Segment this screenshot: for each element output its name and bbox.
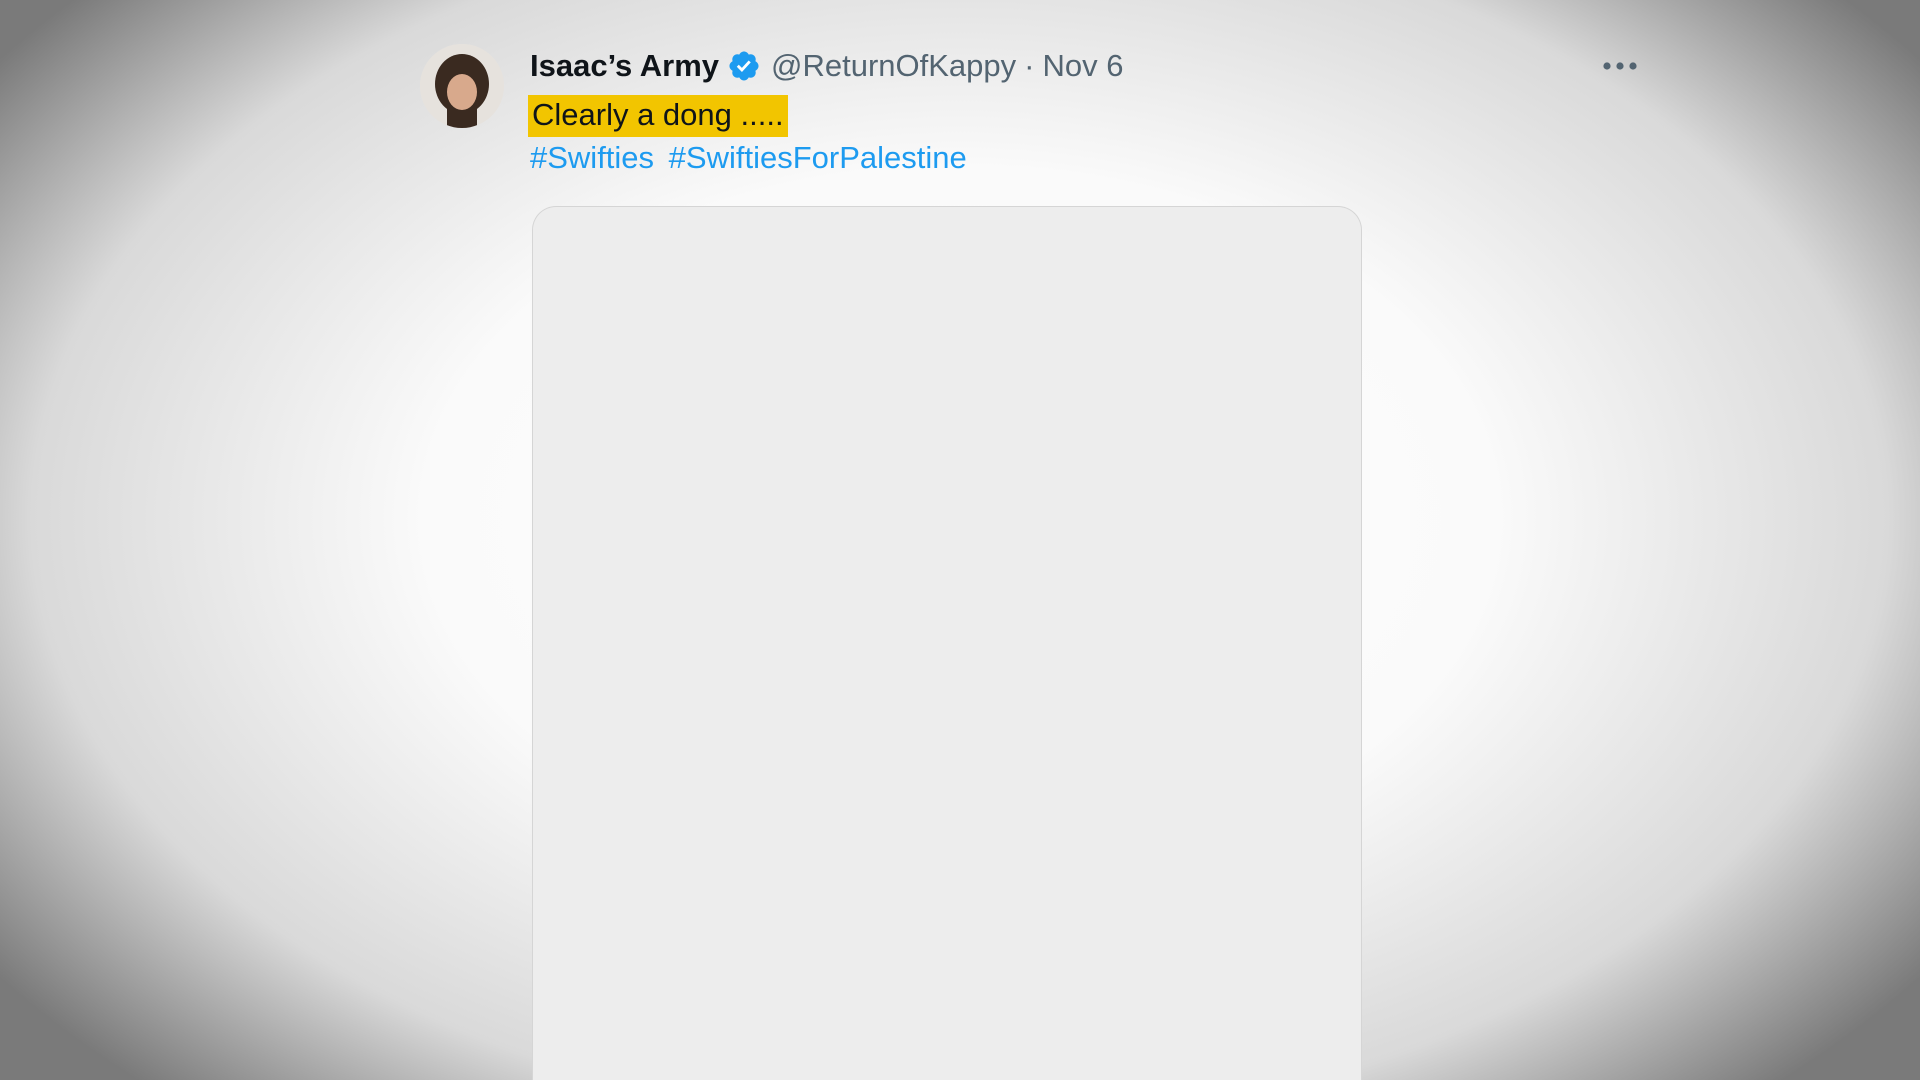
author-handle[interactable]: @ReturnOfKappy xyxy=(771,48,1016,84)
tweet-caption: Clearly a dong ..... xyxy=(528,95,788,137)
tweet: Isaac’s Army @ReturnOfKappy · Nov 6 Clea… xyxy=(0,0,1920,1080)
author-avatar[interactable] xyxy=(420,44,504,128)
more-horizontal-icon xyxy=(1603,62,1637,70)
hashtag-link[interactable]: #SwiftiesForPalestine xyxy=(669,140,967,175)
person-avatar-icon xyxy=(420,44,504,128)
separator-dot: · xyxy=(1024,48,1035,83)
tweet-media-placeholder[interactable] xyxy=(532,206,1362,1080)
author-display-name[interactable]: Isaac’s Army xyxy=(530,48,719,84)
tweet-date[interactable]: Nov 6 xyxy=(1042,48,1123,84)
tweet-hashtags: #Swifties #SwiftiesForPalestine xyxy=(530,140,973,176)
hashtag-link[interactable]: #Swifties xyxy=(530,140,654,175)
verified-badge-icon xyxy=(727,49,761,83)
tweet-header: Isaac’s Army @ReturnOfKappy · Nov 6 xyxy=(530,44,1123,88)
more-options-button[interactable] xyxy=(1592,46,1648,86)
